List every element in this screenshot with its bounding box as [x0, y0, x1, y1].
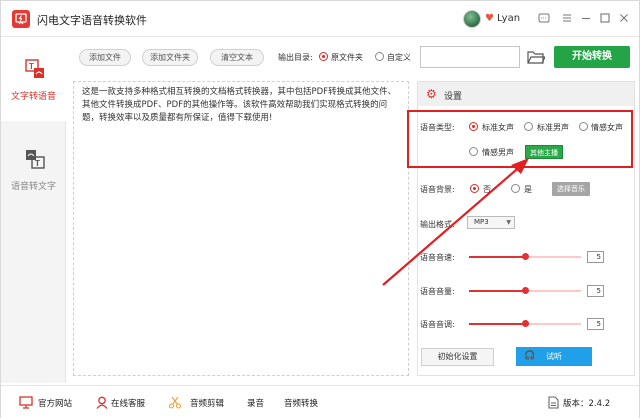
format-select[interactable]: MP3 ▼ [467, 216, 515, 229]
volume-label: 语音音量: [420, 287, 455, 296]
listen-label: 试听 [546, 352, 562, 361]
app-logo-icon [12, 10, 30, 28]
close-icon[interactable] [617, 12, 631, 26]
volume-slider-handle[interactable] [521, 287, 529, 294]
format-value: MP3 [474, 218, 489, 226]
gear-icon: ⚙ [426, 87, 437, 101]
chevron-down-icon: ▼ [506, 219, 511, 226]
output-custom-radio[interactable] [375, 52, 384, 61]
slider-fill [469, 256, 525, 258]
footer-bar: 官方网站 在线客服 音频剪辑 录音 音频转换 版本：2.4.2 [1, 385, 639, 418]
footer-label: 音频转换 [284, 399, 319, 409]
svg-text:T: T [35, 159, 40, 168]
output-custom-label: 自定义 [387, 53, 411, 62]
add-file-button[interactable]: 添加文件 [79, 49, 131, 66]
menu-icon[interactable] [560, 12, 574, 26]
username: Lyan [497, 13, 521, 24]
volume-value[interactable]: 5 [587, 285, 604, 297]
bg-label: 语音背景: [420, 185, 455, 194]
pitch-slider-handle[interactable] [521, 320, 529, 327]
scissors-icon [168, 396, 182, 409]
listen-button[interactable]: 🎧 试听 [516, 347, 592, 366]
reset-settings-button[interactable]: 初始化设置 [421, 348, 494, 366]
text-input-area[interactable]: 这是一款支持多种格式相互转换的文档格式转换器，其中包括PDF转换成其他文件、其他… [73, 81, 409, 376]
headphone-icon: 🎧 [524, 351, 536, 361]
minimize-icon[interactable] [579, 12, 593, 26]
output-original-label: 原文件夹 [331, 53, 363, 62]
text-to-speech-icon: T [25, 59, 44, 78]
bg-no-radio[interactable] [470, 184, 479, 193]
slider-fill [469, 290, 525, 292]
heart-icon: ♥ [485, 13, 494, 24]
title-bar: 闪电文字语音转换软件 ♥ Lyan [1, 1, 639, 37]
speed-label: 语音音速: [420, 253, 455, 262]
app-window: 闪电文字语音转换软件 ♥ Lyan T 文字转语音 T 语音转文字 添加文件 添… [0, 0, 640, 418]
choose-music-button[interactable]: 选择音乐 [552, 182, 590, 196]
start-convert-button[interactable]: 开始转换 [554, 46, 630, 68]
sidebar: T 文字转语音 T 语音转文字 [1, 37, 66, 383]
sidebar-item-speech-to-text[interactable]: T 语音转文字 [1, 127, 66, 211]
bg-yes-radio[interactable] [511, 184, 520, 193]
sidebar-item-label: 语音转文字 [10, 182, 56, 192]
speech-to-text-icon: T [25, 149, 45, 169]
avatar[interactable] [463, 10, 481, 28]
bg-no-label: 否 [483, 185, 491, 194]
footer-label: 官方网站 [38, 399, 73, 409]
slider-fill [469, 323, 525, 325]
monitor-icon [19, 396, 33, 409]
footer-label: 音频剪辑 [190, 399, 225, 409]
output-dir-label: 输出目录: [278, 53, 313, 62]
speed-value[interactable]: 5 [587, 251, 604, 263]
footer-label: 录音 [247, 399, 265, 409]
sidebar-item-text-to-speech[interactable]: T 文字转语音 [1, 37, 66, 121]
add-folder-button[interactable]: 添加文件夹 [142, 49, 198, 66]
clear-text-button[interactable]: 清空文本 [210, 49, 264, 66]
settings-header: ⚙ 设置 [418, 82, 634, 106]
bg-yes-label: 是 [524, 185, 532, 194]
settings-title: 设置 [444, 92, 463, 102]
format-label: 输出格式: [420, 220, 455, 229]
pitch-value[interactable]: 5 [587, 318, 604, 330]
footer-label: 在线客服 [111, 399, 146, 409]
speed-slider-handle[interactable] [521, 253, 529, 260]
version-text: 版本：2.4.2 [563, 399, 611, 409]
content-text[interactable]: 这是一款支持多种格式相互转换的文档格式转换器，其中包括PDF转换成其他文件、其他… [82, 86, 404, 125]
settings-icon[interactable] [537, 12, 551, 26]
voice-type-highlight [407, 110, 633, 168]
maximize-icon[interactable] [598, 12, 612, 26]
folder-icon[interactable] [527, 49, 546, 68]
sidebar-item-label: 文字转语音 [10, 92, 56, 102]
user-service-icon [95, 396, 109, 409]
app-title: 闪电文字语音转换软件 [37, 14, 147, 27]
output-path-input[interactable] [420, 46, 520, 68]
pitch-label: 语音音调: [420, 320, 455, 329]
output-original-radio[interactable] [319, 52, 328, 61]
svg-text:T: T [29, 62, 34, 71]
